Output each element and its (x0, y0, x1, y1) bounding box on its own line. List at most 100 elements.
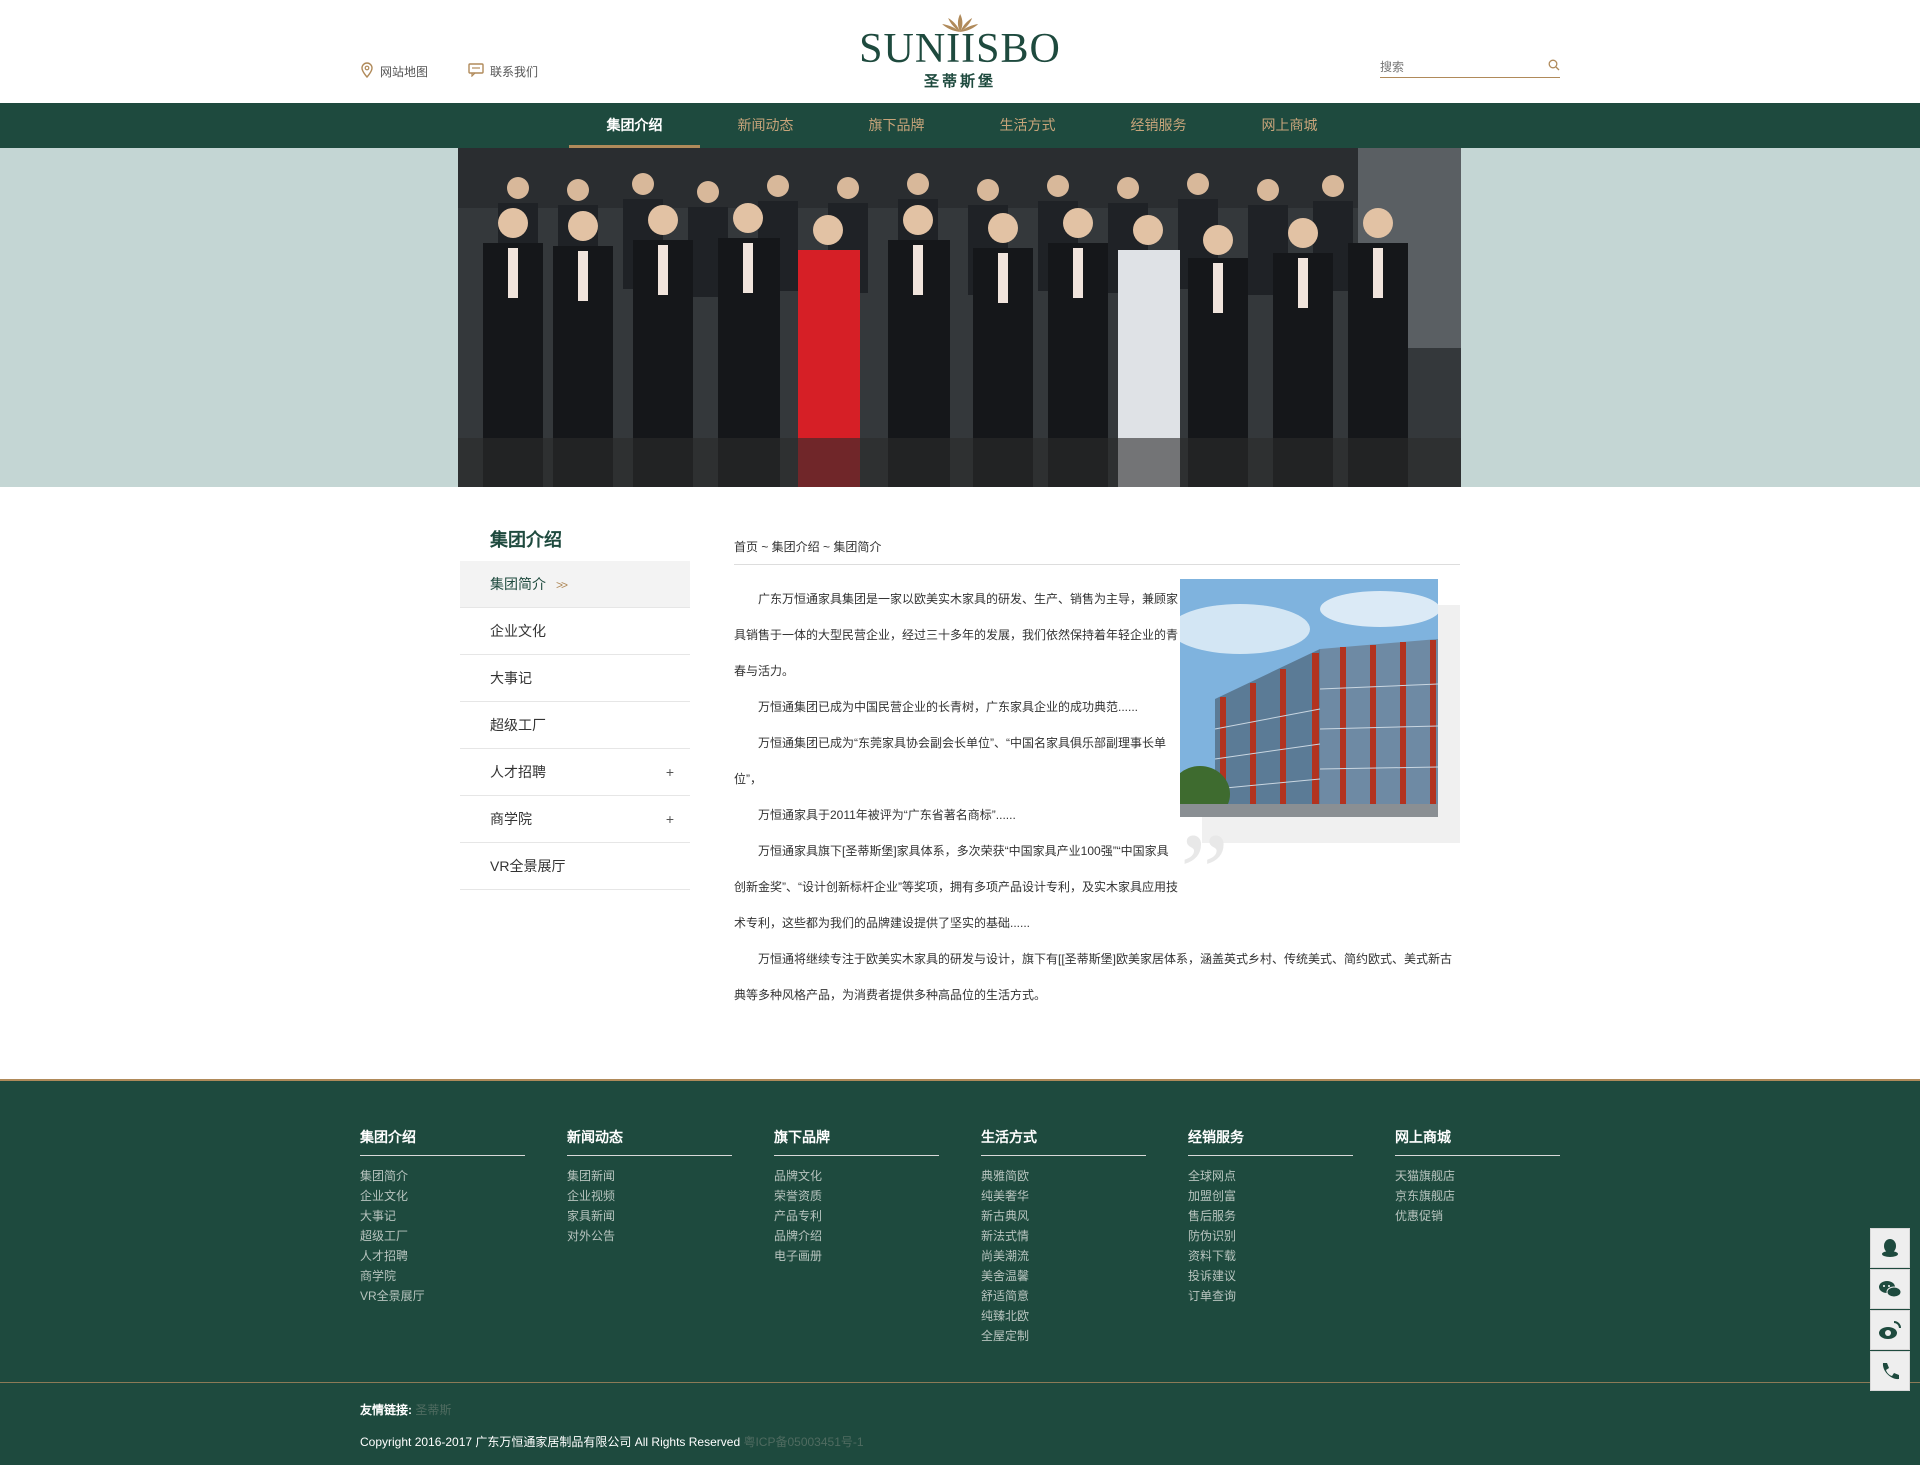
footer-link[interactable]: 资料下载 (1188, 1246, 1353, 1266)
nav-item-online-store[interactable]: 网上商城 (1224, 103, 1355, 148)
sidebar-item-group-profile[interactable]: 集团简介 >> (460, 561, 690, 608)
expand-plus-icon[interactable]: + (666, 796, 674, 843)
footer-link[interactable]: 优惠促销 (1395, 1206, 1560, 1226)
sidebar-item-label: 集团简介 (490, 576, 546, 592)
footer-column-title: 生活方式 (981, 1127, 1146, 1156)
footer-link[interactable]: 防伪识别 (1188, 1226, 1353, 1246)
expand-plus-icon[interactable]: + (666, 749, 674, 796)
floating-contact-toolbar (1870, 1228, 1910, 1392)
lotus-emblem-icon (941, 14, 978, 32)
sitemap-label: 网站地图 (380, 65, 429, 79)
main-nav: 集团介绍 新闻动态 旗下品牌 生活方式 经销服务 网上商城 (0, 103, 1920, 148)
footer-column-dealer-service: 经销服务 全球网点 加盟创富 售后服务 防伪识别 资料下载 投诉建议 订单查询 (1188, 1127, 1353, 1346)
nav-item-lifestyle[interactable]: 生活方式 (962, 103, 1093, 148)
site-footer: 集团介绍 集团简介 企业文化 大事记 超级工厂 人才招聘 商学院 VR全景展厅 … (0, 1079, 1920, 1465)
footer-link[interactable]: 超级工厂 (360, 1226, 525, 1246)
logo-chinese-name: 圣蒂斯堡 (923, 73, 997, 90)
sidebar-item-business-school[interactable]: 商学院 + (460, 796, 690, 843)
sidebar-item-vr-showroom[interactable]: VR全景展厅 (460, 843, 690, 890)
friend-links-label: 友情链接: (360, 1403, 412, 1417)
weibo-icon[interactable] (1870, 1310, 1910, 1350)
footer-link[interactable]: 京东旗舰店 (1395, 1186, 1560, 1206)
sidebar-item-label: 大事记 (490, 670, 532, 686)
main-content-area: 集团介绍 集团简介 >> 企业文化 大事记 超级工厂 人才招聘 + 商学院 + VR全… (0, 487, 1920, 1079)
footer-link[interactable]: 订单查询 (1188, 1286, 1353, 1306)
footer-link[interactable]: 荣誉资质 (774, 1186, 939, 1206)
group-photo-image (458, 148, 1461, 487)
footer-link[interactable]: 尚美潮流 (981, 1246, 1146, 1266)
friend-link[interactable]: 圣蒂斯 (415, 1403, 451, 1417)
chat-bubble-icon (468, 63, 484, 80)
footer-link[interactable]: 纯臻北欧 (981, 1306, 1146, 1326)
sidebar-item-culture[interactable]: 企业文化 (460, 608, 690, 655)
sitemap-link[interactable]: 网站地图 (360, 62, 428, 81)
footer-link[interactable]: 投诉建议 (1188, 1266, 1353, 1286)
footer-link[interactable]: 品牌文化 (774, 1166, 939, 1186)
headquarters-building-image (1180, 579, 1438, 817)
search-input[interactable] (1380, 59, 1530, 74)
phone-icon[interactable] (1870, 1351, 1910, 1391)
footer-link[interactable]: 集团新闻 (567, 1166, 732, 1186)
footer-link[interactable]: 集团简介 (360, 1166, 525, 1186)
article-body: 广东万恒通家具集团是一家以欧美实木家具的研发、生产、销售为主导，兼顾家具销售于一… (734, 581, 1452, 1013)
search-icon[interactable] (1548, 58, 1560, 76)
footer-link[interactable]: 企业文化 (360, 1186, 525, 1206)
footer-link[interactable]: 美舍温馨 (981, 1266, 1146, 1286)
footer-columns: 集团介绍 集团简介 企业文化 大事记 超级工厂 人才招聘 商学院 VR全景展厅 … (360, 1127, 1560, 1346)
copyright-text: Copyright 2016-2017 广东万恒通家居制品有限公司 All Ri… (360, 1435, 741, 1449)
footer-link[interactable]: 新法式情 (981, 1226, 1146, 1246)
wechat-icon[interactable] (1870, 1269, 1910, 1309)
quote-mark-icon: ” (1180, 811, 1229, 933)
footer-link[interactable]: 大事记 (360, 1206, 525, 1226)
footer-link[interactable]: 售后服务 (1188, 1206, 1353, 1226)
icp-license-link[interactable]: 粤ICP备05003451号-1 (743, 1435, 863, 1449)
qq-icon[interactable] (1870, 1228, 1910, 1268)
footer-link[interactable]: 新古典风 (981, 1206, 1146, 1226)
sidebar-item-milestones[interactable]: 大事记 (460, 655, 690, 702)
header-quick-links: 网站地图 联系我们 (360, 62, 538, 81)
contact-link[interactable]: 联系我们 (468, 62, 538, 81)
friend-links: 友情链接: 圣蒂斯 (360, 1401, 451, 1418)
sidebar-item-label: 企业文化 (490, 623, 546, 639)
footer-link[interactable]: 商学院 (360, 1266, 525, 1286)
footer-link[interactable]: 全球网点 (1188, 1166, 1353, 1186)
footer-bottom-bar: 友情链接: 圣蒂斯 Copyright 2016-2017 广东万恒通家居制品有… (0, 1382, 1920, 1449)
footer-link[interactable]: 家具新闻 (567, 1206, 732, 1226)
group-photo-illustration (458, 148, 1461, 487)
paragraph: 万恒通集团已成为中国民营企业的长青树，广东家具企业的成功典范...... (758, 700, 1139, 714)
nav-item-news[interactable]: 新闻动态 (700, 103, 831, 148)
footer-link[interactable]: 企业视频 (567, 1186, 732, 1206)
search-box (1380, 56, 1560, 78)
building-illustration (1180, 579, 1438, 817)
footer-link[interactable]: 天猫旗舰店 (1395, 1166, 1560, 1186)
footer-link[interactable]: 舒适简意 (981, 1286, 1146, 1306)
nav-item-dealer-service[interactable]: 经销服务 (1093, 103, 1224, 148)
footer-column-title: 网上商城 (1395, 1127, 1560, 1156)
sidebar-item-label: VR全景展厅 (490, 858, 566, 874)
footer-column-title: 集团介绍 (360, 1127, 525, 1156)
brand-logo[interactable]: SUNIISBO 圣蒂斯堡 (859, 12, 1061, 91)
double-chevron-right-icon: >> (556, 578, 568, 592)
nav-item-group-intro[interactable]: 集团介绍 (569, 103, 700, 148)
site-header: 网站地图 联系我们 SUNIISBO 圣蒂斯堡 (0, 0, 1920, 103)
footer-link[interactable]: 人才招聘 (360, 1246, 525, 1266)
paragraph: 广东万恒通家具集团是一家以欧美实木家具的研发、生产、销售为主导，兼顾家具销售于一… (734, 592, 1179, 678)
nav-item-brands[interactable]: 旗下品牌 (831, 103, 962, 148)
footer-link[interactable]: 产品专利 (774, 1206, 939, 1226)
sidebar-item-recruitment[interactable]: 人才招聘 + (460, 749, 690, 796)
footer-column-title: 旗下品牌 (774, 1127, 939, 1156)
sidebar-item-super-factory[interactable]: 超级工厂 (460, 702, 690, 749)
footer-link[interactable]: 加盟创富 (1188, 1186, 1353, 1206)
footer-link[interactable]: 全屋定制 (981, 1326, 1146, 1346)
sidebar-title: 集团介绍 (490, 530, 562, 550)
footer-link[interactable]: 纯美奢华 (981, 1186, 1146, 1206)
breadcrumb: 首页 ~ 集团介绍 ~ 集团简介 (734, 527, 1460, 565)
footer-link[interactable]: VR全景展厅 (360, 1286, 525, 1306)
footer-link[interactable]: 品牌介绍 (774, 1226, 939, 1246)
footer-column-group-intro: 集团介绍 集团简介 企业文化 大事记 超级工厂 人才招聘 商学院 VR全景展厅 (360, 1127, 525, 1346)
paragraph: 万恒通家具旗下[圣蒂斯堡]家具体系，多次荣获“中国家具产业100强”“中国家具创… (734, 844, 1178, 930)
footer-link[interactable]: 典雅简欧 (981, 1166, 1146, 1186)
sidebar-item-label: 超级工厂 (490, 717, 546, 733)
footer-link[interactable]: 对外公告 (567, 1226, 732, 1246)
footer-link[interactable]: 电子画册 (774, 1246, 939, 1266)
